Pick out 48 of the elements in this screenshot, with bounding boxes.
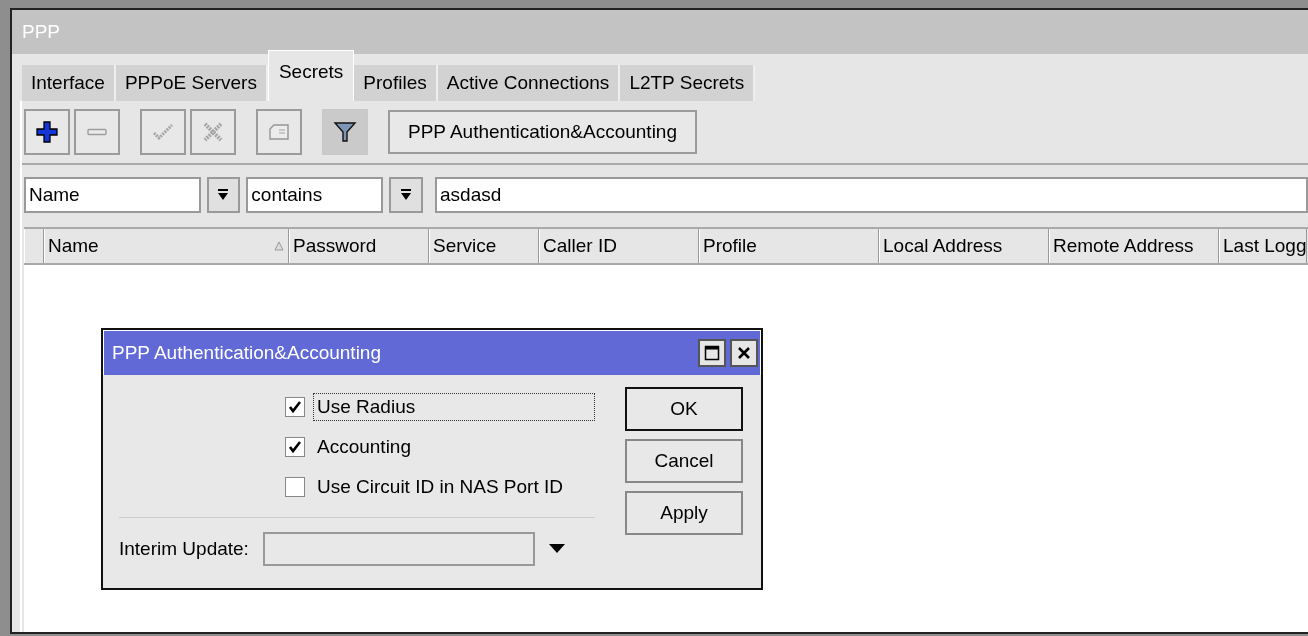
field-label: Interim Update: [119,538,249,560]
tab[interactable]: PPPoE Servers [115,65,268,101]
tab[interactable]: Active Connections [437,65,621,101]
maximize-icon [704,345,720,361]
dropdown-button[interactable] [206,177,241,213]
column-header[interactable]: Remote Address [1049,229,1219,263]
checkbox-label[interactable]: Accounting [313,433,415,461]
tab[interactable]: Interface [22,65,116,101]
auth-button[interactable]: PPP Authentication&Accounting [388,110,697,154]
filter-field-select[interactable]: Name [24,177,201,213]
column-header[interactable]: Local Address [879,229,1049,263]
maximize-button[interactable] [698,339,726,367]
column-header[interactable]: Password [289,229,429,263]
dialog-button[interactable]: Apply [625,491,743,535]
column-header[interactable]: Caller ID [539,229,699,263]
column-header[interactable]: Service [429,229,539,263]
dialog-title: PPP Authentication&Accounting [112,342,381,364]
dropdown-arrow-icon [400,189,413,201]
column-header[interactable]: Profile [699,229,879,263]
filter-icon [333,120,357,144]
dropdown-arrow-icon[interactable] [548,544,565,554]
add-button[interactable] [24,109,70,155]
tab[interactable]: Profiles [354,65,438,101]
dialog-button[interactable]: OK [625,387,743,431]
filter-value-field[interactable]: asdasd [435,177,1308,213]
checkmark-icon [288,440,302,454]
column-header [24,229,44,263]
filter-button[interactable] [322,109,368,155]
x-icon [201,120,225,144]
checkbox[interactable] [285,437,305,457]
close-button[interactable] [730,339,758,367]
tab[interactable]: L2TP Secrets [620,65,756,101]
add-icon [35,120,59,144]
window-title: PPP [22,21,61,43]
checkbox[interactable] [285,477,305,497]
checkbox[interactable] [285,397,305,417]
sort-arrow-icon [274,241,284,251]
close-icon [736,345,752,361]
checkbox-label[interactable]: Use Radius [313,393,595,421]
dialog-button[interactable]: Cancel [625,439,743,483]
checkbox-label[interactable]: Use Circuit ID in NAS Port ID [313,473,567,501]
column-header[interactable]: Name [44,229,289,263]
tab[interactable]: Secrets [267,50,355,101]
dropdown-arrow-icon [217,189,230,201]
checkmark-icon [288,400,302,414]
filter-operator-select[interactable]: contains [246,177,384,213]
column-header[interactable]: Last Logg [1219,229,1307,263]
dropdown-button[interactable] [389,177,424,213]
